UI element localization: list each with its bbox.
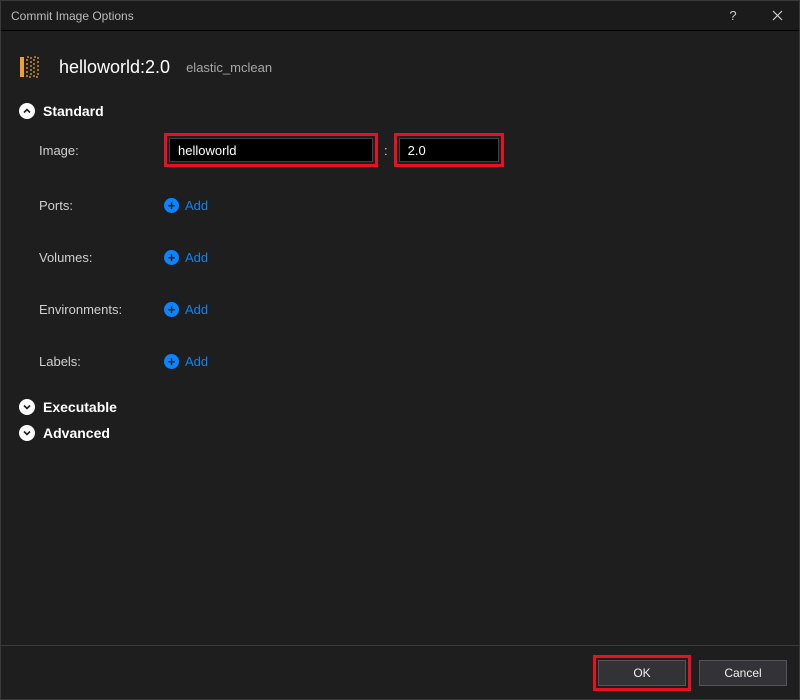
standard-form: Image: : Ports: + Add Volumes: <box>19 133 781 375</box>
window-controls: ? <box>711 1 799 31</box>
add-label-label: Add <box>185 354 208 369</box>
add-environment-button[interactable]: + Add <box>164 302 208 317</box>
add-port-label: Add <box>185 198 208 213</box>
close-button[interactable] <box>755 1 799 31</box>
highlight-image-tag <box>394 133 504 167</box>
add-volume-label: Add <box>185 250 208 265</box>
plus-icon: + <box>164 302 179 317</box>
container-icon <box>19 53 47 81</box>
row-ports: Ports: + Add <box>39 191 781 219</box>
row-environments: Environments: + Add <box>39 295 781 323</box>
cancel-button[interactable]: Cancel <box>699 660 787 686</box>
section-advanced-header[interactable]: Advanced <box>19 425 781 441</box>
plus-icon: + <box>164 198 179 213</box>
section-standard-title: Standard <box>43 103 104 119</box>
chevron-down-icon <box>19 425 35 441</box>
dialog-footer: OK Cancel <box>1 645 799 699</box>
ok-label: OK <box>633 666 650 680</box>
container-name: elastic_mclean <box>186 60 272 75</box>
header-row: helloworld:2.0 elastic_mclean <box>19 53 781 81</box>
add-volume-button[interactable]: + Add <box>164 250 208 265</box>
plus-icon: + <box>164 250 179 265</box>
window-title: Commit Image Options <box>11 9 711 23</box>
plus-icon: + <box>164 354 179 369</box>
image-name-input[interactable] <box>169 138 373 162</box>
help-button[interactable]: ? <box>711 1 755 31</box>
image-title: helloworld:2.0 <box>59 57 170 78</box>
section-executable-header[interactable]: Executable <box>19 399 781 415</box>
dialog-content: helloworld:2.0 elastic_mclean Standard I… <box>1 31 799 645</box>
add-environment-label: Add <box>185 302 208 317</box>
cancel-label: Cancel <box>724 666 761 680</box>
add-port-button[interactable]: + Add <box>164 198 208 213</box>
section-advanced-title: Advanced <box>43 425 110 441</box>
label-image: Image: <box>39 143 164 158</box>
chevron-up-icon <box>19 103 35 119</box>
image-fields: : <box>164 133 504 167</box>
chevron-down-icon <box>19 399 35 415</box>
add-label-button[interactable]: + Add <box>164 354 208 369</box>
label-ports: Ports: <box>39 198 164 213</box>
row-volumes: Volumes: + Add <box>39 243 781 271</box>
section-executable-title: Executable <box>43 399 117 415</box>
ok-button[interactable]: OK <box>598 660 686 686</box>
label-labels: Labels: <box>39 354 164 369</box>
image-tag-separator: : <box>384 143 388 158</box>
close-icon <box>772 10 783 21</box>
highlight-image-name <box>164 133 378 167</box>
image-tag-input[interactable] <box>399 138 499 162</box>
label-environments: Environments: <box>39 302 164 317</box>
row-image: Image: : <box>39 133 781 167</box>
row-labels: Labels: + Add <box>39 347 781 375</box>
section-standard-header[interactable]: Standard <box>19 103 781 119</box>
highlight-ok: OK <box>593 655 691 691</box>
label-volumes: Volumes: <box>39 250 164 265</box>
title-bar: Commit Image Options ? <box>1 1 799 31</box>
